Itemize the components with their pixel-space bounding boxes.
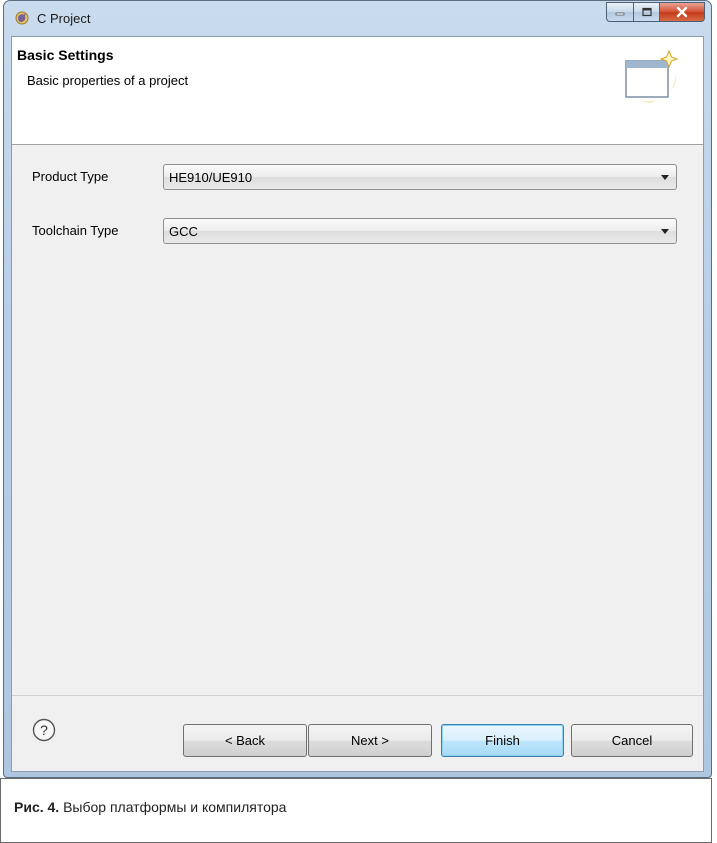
window-title: C Project [37, 11, 91, 26]
chevron-down-icon [661, 175, 669, 180]
caption-text: Рис. 4. Выбор платформы и компилятора [14, 799, 286, 815]
product-type-label: Product Type [32, 169, 109, 184]
toolchain-type-select[interactable]: GCC [163, 218, 677, 244]
back-button[interactable]: < Back [183, 724, 307, 757]
maximize-button[interactable] [633, 2, 659, 22]
svg-text:?: ? [40, 722, 48, 738]
title-bar[interactable]: C Project [4, 1, 711, 37]
toolchain-type-value: GCC [169, 224, 198, 239]
footer-divider [12, 695, 703, 696]
help-icon[interactable]: ? [32, 718, 56, 742]
toolchain-type-label: Toolchain Type [32, 223, 119, 238]
finish-button[interactable]: Finish [441, 724, 564, 757]
minimize-icon [615, 12, 625, 16]
page-title: Basic Settings [17, 47, 114, 63]
product-type-value: HE910/UE910 [169, 170, 253, 185]
next-button[interactable]: Next > [308, 724, 432, 757]
chevron-down-icon [661, 229, 669, 234]
wizard-header: Basic Settings Basic properties of a pro… [12, 37, 703, 145]
new-project-wizard-icon [625, 49, 679, 103]
page-subtitle: Basic properties of a project [27, 73, 189, 88]
cancel-button[interactable]: Cancel [571, 724, 693, 757]
minimize-button[interactable] [606, 2, 633, 22]
dialog-window: C Project Basic Settings Basic propertie… [3, 0, 712, 778]
caption-buttons [606, 2, 705, 24]
figure-label: Рис. 4. [14, 799, 60, 815]
dialog-client-area: Basic Settings Basic properties of a pro… [11, 36, 704, 772]
product-type-select[interactable]: HE910/UE910 [163, 164, 677, 190]
figure-caption: Рис. 4. Выбор платформы и компилятора [0, 778, 712, 843]
maximize-icon [641, 7, 652, 17]
caption-description: Выбор платформы и компилятора [59, 799, 287, 815]
close-button[interactable] [659, 2, 705, 22]
close-icon [676, 6, 688, 18]
eclipse-c-project-icon [15, 11, 29, 25]
